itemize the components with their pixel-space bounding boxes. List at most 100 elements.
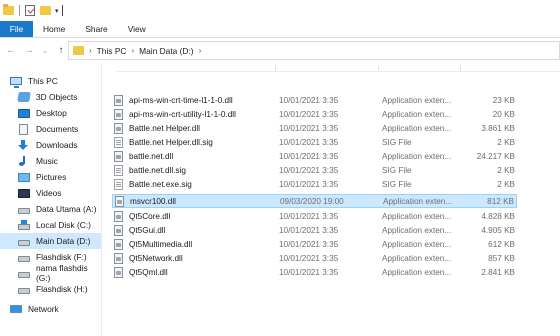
file-row[interactable]: Qt5Gui.dll 10/01/2021 3:35 Application e…	[112, 223, 517, 237]
sidebar-item-desktop[interactable]: Desktop	[18, 105, 101, 121]
column-resize-handle[interactable]	[378, 65, 379, 71]
file-date: 10/01/2021 3:35	[279, 123, 339, 133]
customize-toolbar-icon[interactable]: ▾	[55, 7, 59, 15]
file-date: 10/01/2021 3:35	[279, 95, 339, 105]
quick-access-toolbar: ▾	[0, 0, 560, 21]
sidebar-item-flashdisk-h[interactable]: Flashdisk (H:)	[18, 281, 101, 297]
file-type: Application exten...	[382, 109, 452, 119]
sidebar-item-data-utama[interactable]: Data Utama (A:)	[18, 201, 101, 217]
file-type: Application exten...	[382, 211, 452, 221]
file-size: 857 KB	[488, 253, 515, 263]
file-row[interactable]: Qt5Multimedia.dll 10/01/2021 3:35 Applic…	[112, 237, 517, 251]
dll-file-icon	[114, 122, 123, 134]
file-list: api-ms-win-crt-time-l1-1-0.dll 10/01/202…	[103, 63, 560, 336]
sidebar-item-label: Desktop	[36, 108, 67, 118]
file-row[interactable]: Qt5Network.dll 10/01/2021 3:35 Applicati…	[112, 251, 517, 265]
file-row[interactable]: Battle.net Helper.dll 10/01/2021 3:35 Ap…	[112, 121, 517, 135]
drive-icon	[18, 271, 30, 278]
dll-file-icon	[114, 252, 123, 264]
file-row[interactable]: api-ms-win-crt-utility-l1-1-0.dll 10/01/…	[112, 107, 517, 121]
sidebar-item-main-data[interactable]: Main Data (D:)	[0, 233, 101, 249]
sidebar-item-pictures[interactable]: Pictures	[18, 169, 101, 185]
sidebar-item-this-pc[interactable]: This PC	[10, 73, 101, 89]
sidebar-item-label: 3D Objects	[36, 92, 78, 102]
tab-file[interactable]: File	[0, 21, 33, 37]
column-header-divider	[116, 71, 560, 72]
file-date: 10/01/2021 3:35	[279, 267, 339, 277]
tab-share[interactable]: Share	[75, 21, 117, 37]
file-type: Application exten...	[382, 95, 452, 105]
file-date: 10/01/2021 3:35	[279, 211, 339, 221]
file-row-selected[interactable]: msvcr100.dll 09/03/2020 19:00 Applicatio…	[112, 194, 517, 208]
breadcrumb-this-pc[interactable]: This PC	[97, 46, 127, 56]
address-bar[interactable]: › This PC › Main Data (D:) ›	[68, 41, 560, 60]
file-size: 4.828 KB	[481, 211, 515, 221]
file-name: Battle.net.exe.sig	[129, 179, 192, 189]
file-row[interactable]: Battle.net.exe.sig 10/01/2021 3:35 SIG F…	[112, 177, 517, 191]
download-icon	[18, 140, 28, 150]
dll-file-icon	[114, 108, 123, 120]
file-name: Battle.net Helper.dll	[129, 123, 201, 133]
file-row[interactable]: Qt5Qml.dll 10/01/2021 3:35 Application e…	[112, 265, 517, 279]
file-date: 10/01/2021 3:35	[279, 151, 339, 161]
up-arrow-icon[interactable]: ↑	[54, 45, 68, 56]
sidebar-item-label: Network	[28, 304, 59, 314]
file-row[interactable]: Qt5Core.dll 10/01/2021 3:35 Application …	[112, 209, 517, 223]
file-size: 4.905 KB	[481, 225, 515, 235]
sidebar-item-local-disk[interactable]: Local Disk (C:)	[18, 217, 101, 233]
file-row[interactable]: api-ms-win-crt-time-l1-1-0.dll 10/01/202…	[112, 93, 517, 107]
file-row[interactable]: Battle.net Helper.dll.sig 10/01/2021 3:3…	[112, 135, 517, 149]
file-name: battle.net.dll.sig	[129, 165, 186, 175]
ribbon-tabs: File Home Share View	[0, 21, 560, 38]
column-resize-handle[interactable]	[275, 65, 276, 71]
toolbar-divider	[61, 5, 63, 16]
sidebar-item-label: Flashdisk (F:)	[36, 252, 87, 262]
file-date: 10/01/2021 3:35	[279, 239, 339, 249]
file-row[interactable]: battle.net.dll.sig 10/01/2021 3:35 SIG F…	[112, 163, 517, 177]
breadcrumb-main-data[interactable]: Main Data (D:)	[139, 46, 193, 56]
navigation-pane: This PC 3D Objects Desktop Documents Dow…	[0, 63, 102, 336]
dll-file-icon	[114, 266, 123, 278]
dll-file-icon	[114, 238, 123, 250]
chevron-right-icon[interactable]: ›	[131, 46, 134, 55]
tab-home[interactable]: Home	[33, 21, 75, 37]
properties-icon[interactable]	[25, 5, 35, 16]
sig-file-icon	[114, 164, 123, 176]
sidebar-item-label: Documents	[36, 124, 79, 134]
sig-file-icon	[114, 178, 123, 190]
file-date: 10/01/2021 3:35	[279, 137, 339, 147]
forward-arrow-icon[interactable]: →	[22, 45, 36, 56]
sidebar-item-3d-objects[interactable]: 3D Objects	[17, 89, 101, 105]
sidebar-item-music[interactable]: Music	[18, 153, 101, 169]
sidebar-item-documents[interactable]: Documents	[18, 121, 101, 137]
toolbar-divider	[19, 5, 20, 16]
file-row[interactable]: battle.net.dll 10/01/2021 3:35 Applicati…	[112, 149, 517, 163]
drive-icon	[18, 239, 30, 246]
desktop-icon	[18, 108, 30, 118]
file-size: 24.217 KB	[476, 151, 515, 161]
sidebar-item-label: Flashdisk (H:)	[36, 284, 88, 294]
sidebar-item-nama-flashdis[interactable]: nama flashdis (G:)	[18, 263, 101, 283]
recent-locations-icon[interactable]: ⌄	[38, 47, 52, 55]
sidebar-item-label: Local Disk (C:)	[36, 220, 91, 230]
music-note-icon	[18, 156, 30, 166]
file-type: Application exten...	[382, 253, 452, 263]
new-folder-icon[interactable]	[40, 6, 51, 15]
sidebar-item-downloads[interactable]: Downloads	[18, 137, 101, 153]
sidebar-item-network[interactable]: Network	[10, 301, 101, 317]
file-size: 2 KB	[497, 137, 515, 147]
file-name: Qt5Qml.dll	[129, 267, 168, 277]
tab-view[interactable]: View	[118, 21, 156, 37]
chevron-right-icon[interactable]: ›	[199, 46, 202, 55]
sidebar-item-label: nama flashdis (G:)	[36, 263, 88, 283]
sidebar-item-videos[interactable]: Videos	[18, 185, 101, 201]
back-arrow-icon[interactable]: ←	[4, 45, 18, 56]
sig-file-icon	[114, 136, 123, 148]
sidebar-item-label: Downloads	[36, 140, 78, 150]
file-size: 612 KB	[488, 239, 515, 249]
column-resize-handle[interactable]	[460, 65, 461, 71]
file-size: 20 KB	[492, 109, 515, 119]
drive-icon	[18, 207, 30, 214]
chevron-right-icon[interactable]: ›	[89, 46, 92, 55]
windows-drive-icon	[18, 219, 30, 230]
